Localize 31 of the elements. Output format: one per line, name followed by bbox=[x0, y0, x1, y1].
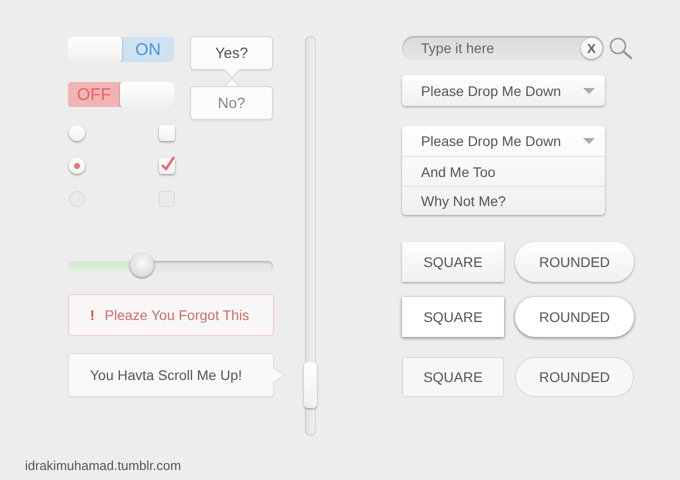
dropdown-option[interactable]: Why Not Me? bbox=[402, 186, 605, 215]
clear-button[interactable]: X bbox=[581, 38, 602, 58]
search-field[interactable]: Type it here X bbox=[402, 36, 604, 60]
error-field[interactable]: ! Pleaze You Forgot This bbox=[68, 294, 274, 336]
scrollbar-thumb[interactable] bbox=[304, 362, 317, 408]
pointer-icon bbox=[224, 78, 240, 87]
tooltip-bubble: Yes? bbox=[190, 36, 273, 70]
tooltip-bubble: You Havta Scroll Me Up! bbox=[68, 353, 274, 397]
slider[interactable] bbox=[68, 253, 273, 279]
search-icon[interactable] bbox=[609, 36, 633, 60]
scrollbar[interactable] bbox=[305, 36, 316, 436]
pointer-icon bbox=[273, 367, 285, 383]
dropdown[interactable]: Please Drop Me Down bbox=[402, 126, 605, 157]
square-button[interactable]: SQUARE bbox=[402, 297, 504, 337]
square-button[interactable]: SQUARE bbox=[402, 242, 504, 282]
rounded-button[interactable]: ROUNDED bbox=[515, 297, 634, 337]
caret-icon bbox=[583, 88, 595, 94]
pointer-icon bbox=[224, 69, 240, 78]
checkbox[interactable] bbox=[159, 125, 175, 141]
radio-button[interactable] bbox=[69, 125, 85, 141]
dropdown[interactable]: Please Drop Me Down bbox=[402, 75, 605, 106]
radio-button[interactable] bbox=[69, 158, 85, 174]
slider-thumb[interactable] bbox=[130, 253, 154, 277]
dropdown-option[interactable]: And Me Too bbox=[402, 157, 605, 186]
exclamation-icon: ! bbox=[90, 307, 95, 323]
credit-text: idrakimuhamad.tumblr.com bbox=[24, 457, 182, 473]
caret-icon bbox=[583, 138, 595, 144]
checkbox[interactable] bbox=[159, 158, 175, 174]
rounded-button[interactable]: ROUNDED bbox=[515, 242, 634, 282]
error-message: Pleaze You Forgot This bbox=[104, 307, 250, 323]
tooltip-bubble: No? bbox=[190, 86, 273, 120]
